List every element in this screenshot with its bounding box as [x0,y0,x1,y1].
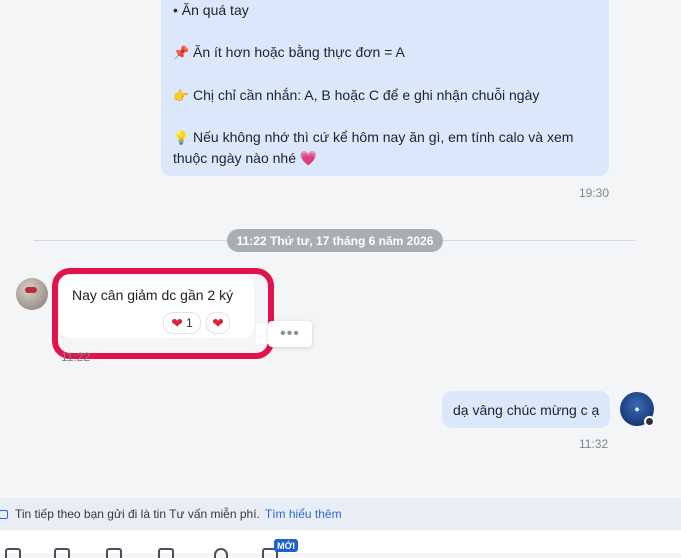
outgoing-message-bubble[interactable]: dạ vâng chúc mừng c ạ [442,391,610,428]
notice-text: Tin tiếp theo bạn gửi đi là tin Tư vấn m… [15,507,260,521]
message-line: 📌 Ăn ít hơn hoặc bằng thực đơn = A [173,44,405,60]
notice-bar: Tin tiếp theo bạn gửi đi là tin Tư vấn m… [0,498,681,530]
composer-toolbar [0,530,681,558]
learn-more-link[interactable]: Tìm hiểu thêm [265,507,342,521]
message-line: thuộc ngày nào nhé 💗 [173,150,318,166]
avatar-logo-icon: ◆ [634,406,640,413]
sticker-icon[interactable] [5,548,21,558]
attachment-icon[interactable] [106,548,122,558]
lightbulb-icon: 💡 [173,130,190,145]
card-icon[interactable] [158,548,174,558]
message-time: 11:32 [579,437,609,451]
more-button-notch [256,324,268,344]
pointing-hand-icon: 👉 [173,88,190,103]
message-line: 👉 Chị chỉ cần nhắn: A, B hoặc C để e ghi … [173,87,540,103]
message-line: 💡 Nếu không nhớ thì cứ kể hôm nay ăn gì, … [173,129,574,145]
status-dot [644,416,655,427]
more-options-button[interactable]: ••• [268,321,312,347]
message-line: • Ăn quá tay [173,2,249,18]
message-time: 19:30 [579,186,610,200]
image-icon[interactable] [54,548,70,558]
outgoing-message-bubble[interactable]: • Ăn quá tay 📌 Ăn ít hơn hoặc bằng thực đ… [161,0,609,176]
chat-area: • Ăn quá tay 📌 Ăn ít hơn hoặc bằng thực đ… [0,0,681,498]
message-text: dạ vâng chúc mừng c ạ [453,401,600,418]
avatar[interactable]: ◆ [620,392,655,427]
avatar[interactable] [16,278,48,310]
info-icon [0,509,8,519]
screenshot-icon[interactable] [214,548,228,558]
pushpin-icon: 📌 [173,45,190,60]
date-separator: 11:22 Thứ tư, 17 tháng 6 năm 2026 [227,229,443,252]
message-time: 11:22 [61,350,91,364]
highlight-annotation [52,268,274,359]
new-badge: MỚI [274,539,298,552]
